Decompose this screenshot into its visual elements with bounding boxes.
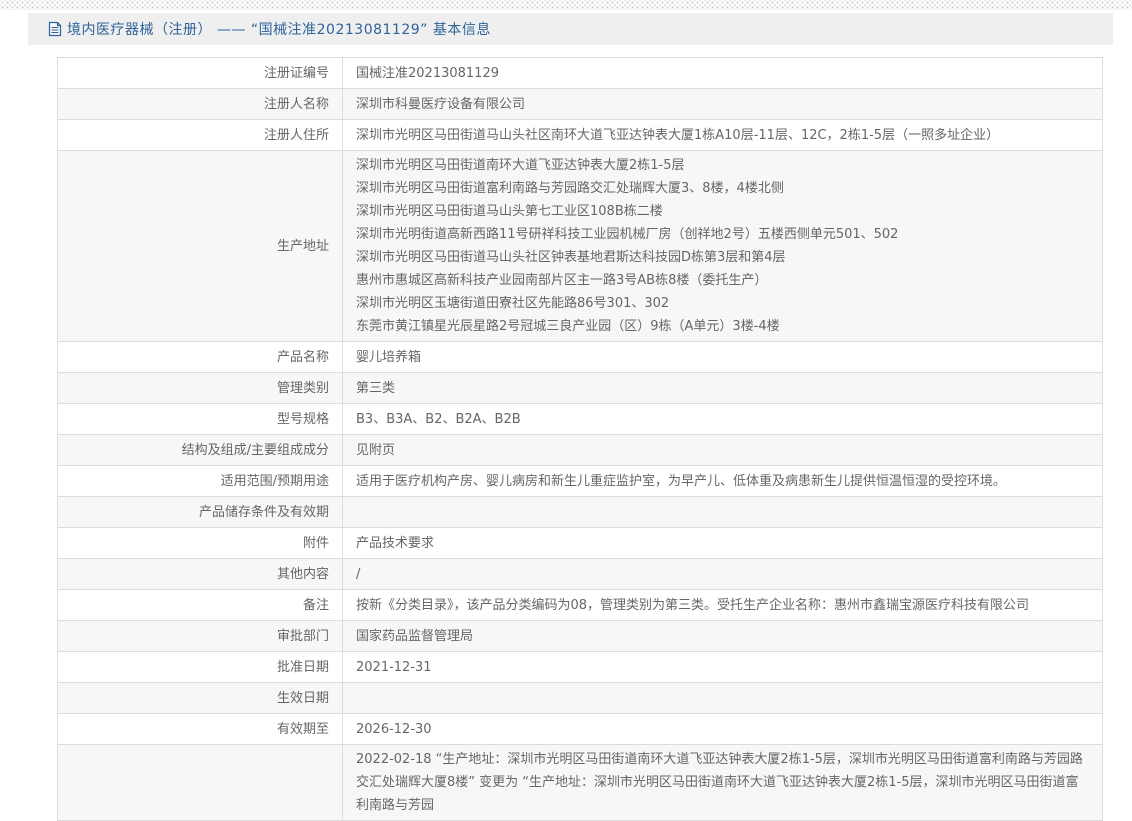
address-line: 东莞市黄江镇星光辰星路2号冠城三良产业园（区）9栋（A单元）3楼-4楼 <box>356 319 780 334</box>
row-label: 适用范围/预期用途 <box>58 466 343 496</box>
table-row: 注册人名称 深圳市科曼医疗设备有限公司 <box>58 89 1102 120</box>
table-row: 结构及组成/主要组成成分 见附页 <box>58 435 1102 466</box>
table-row: 管理类别 第三类 <box>58 373 1102 404</box>
dotted-texture-strip <box>0 0 1132 10</box>
table-row: 其他内容 / <box>58 559 1102 590</box>
address-line: 深圳市光明街道高新西路11号研祥科技工业园机械厂房（创祥地2号）五楼西侧单元50… <box>356 227 899 242</box>
row-label: 结构及组成/主要组成成分 <box>58 435 343 465</box>
table-row: 注册人住所 深圳市光明区马田街道马山头社区南环大道飞亚达钟表大厦1栋A10层-1… <box>58 120 1102 151</box>
table-row: 产品储存条件及有效期 <box>58 497 1102 528</box>
table-row: 审批部门 国家药品监督管理局 <box>58 621 1102 652</box>
row-label: 批准日期 <box>58 652 343 682</box>
address-line: 深圳市光明区玉塘街道田寮社区先能路86号301、302 <box>356 296 670 311</box>
row-label: 管理类别 <box>58 373 343 403</box>
table-row: 生产地址 深圳市光明区马田街道南环大道飞亚达钟表大厦2栋1-5层 深圳市光明区马… <box>58 151 1102 342</box>
document-icon <box>48 21 62 37</box>
table-row: 2022-02-18 “生产地址：深圳市光明区马田街道南环大道飞亚达钟表大厦2栋… <box>58 745 1102 821</box>
row-value: 2026-12-30 <box>356 721 432 737</box>
table-row: 有效期至 2026-12-30 <box>58 714 1102 745</box>
table-row: 型号规格 B3、B3A、B2、B2A、B2B <box>58 404 1102 435</box>
table-row: 注册证编号 国械注准20213081129 <box>58 58 1102 89</box>
row-value: / <box>356 566 361 582</box>
address-line: 惠州市惠城区高新科技产业园南部片区主一路3号AB栋8楼（委托生产） <box>356 273 768 288</box>
row-value: 第三类 <box>356 380 396 396</box>
page-header: 境内医疗器械（注册） —— “国械注准20213081129” 基本信息 <box>28 13 1113 45</box>
row-label: 有效期至 <box>58 714 343 744</box>
row-label: 注册证编号 <box>58 58 343 88</box>
registration-info-table: 注册证编号 国械注准20213081129 注册人名称 深圳市科曼医疗设备有限公… <box>57 57 1103 821</box>
row-label: 其他内容 <box>58 559 343 589</box>
row-value: 见附页 <box>356 442 396 458</box>
row-label: 产品储存条件及有效期 <box>58 497 343 527</box>
row-value: 婴儿培养箱 <box>356 349 422 365</box>
row-value <box>343 683 1102 713</box>
row-label: 备注 <box>58 590 343 620</box>
address-line: 深圳市光明区马田街道马山头第七工业区108B栋二楼 <box>356 204 663 219</box>
row-value: B3、B3A、B2、B2A、B2B <box>356 411 521 427</box>
address-line: 深圳市光明区马田街道马山头社区钟表基地君斯达科技园D栋第3层和第4层 <box>356 250 786 265</box>
row-value: 深圳市光明区马田街道马山头社区南环大道飞亚达钟表大厦1栋A10层-11层、12C… <box>356 127 1000 143</box>
row-label: 生效日期 <box>58 683 343 713</box>
table-row: 附件 产品技术要求 <box>58 528 1102 559</box>
row-value <box>343 497 1102 527</box>
row-label: 注册人住所 <box>58 120 343 150</box>
table-row: 生效日期 <box>58 683 1102 714</box>
row-label: 型号规格 <box>58 404 343 434</box>
row-label: 附件 <box>58 528 343 558</box>
table-row: 适用范围/预期用途 适用于医疗机构产房、婴儿病房和新生儿重症监护室，为早产儿、低… <box>58 466 1102 497</box>
row-value: 深圳市科曼医疗设备有限公司 <box>356 96 526 112</box>
address-line: 深圳市光明区马田街道南环大道飞亚达钟表大厦2栋1-5层 <box>356 158 685 173</box>
table-row: 产品名称 婴儿培养箱 <box>58 342 1102 373</box>
row-label: 审批部门 <box>58 621 343 651</box>
row-value: 适用于医疗机构产房、婴儿病房和新生儿重症监护室，为早产儿、低体重及病患新生儿提供… <box>356 473 1007 489</box>
table-row: 批准日期 2021-12-31 <box>58 652 1102 683</box>
page-title: 境内医疗器械（注册） —— “国械注准20213081129” 基本信息 <box>67 22 491 38</box>
row-value: 国械注准20213081129 <box>356 65 499 81</box>
address-line: 深圳市光明区马田街道富利南路与芳园路交汇处瑞辉大厦3、8楼，4楼北侧 <box>356 181 784 196</box>
row-value: 产品技术要求 <box>356 535 435 551</box>
row-value: 按新《分类目录》，该产品分类编码为08，管理类别为第三类。受托生产企业名称：惠州… <box>356 597 1030 613</box>
row-label: 生产地址 <box>58 151 343 341</box>
row-label <box>58 745 343 820</box>
table-row: 备注 按新《分类目录》，该产品分类编码为08，管理类别为第三类。受托生产企业名称… <box>58 590 1102 621</box>
row-value: 国家药品监督管理局 <box>356 628 474 644</box>
row-label: 注册人名称 <box>58 89 343 119</box>
row-value: 2021-12-31 <box>356 659 432 675</box>
row-label: 产品名称 <box>58 342 343 372</box>
row-value: 2022-02-18 “生产地址：深圳市光明区马田街道南环大道飞亚达钟表大厦2栋… <box>356 752 1083 813</box>
row-value: 深圳市光明区马田街道南环大道飞亚达钟表大厦2栋1-5层 深圳市光明区马田街道富利… <box>343 151 1102 341</box>
